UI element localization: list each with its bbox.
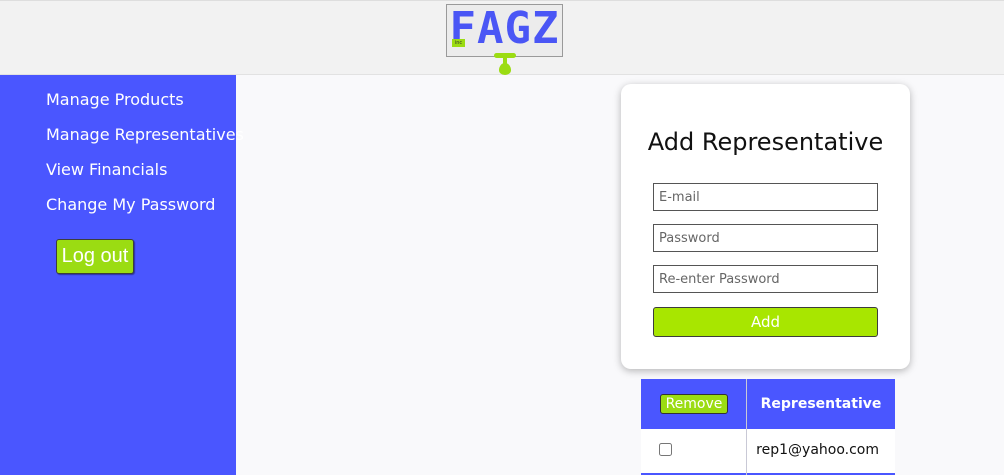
card-title: Add Representative [647,128,884,156]
top-header: FAGZ inc [0,0,1004,75]
sidebar-item-manage-representatives[interactable]: Manage Representatives [46,125,244,144]
add-button[interactable]: Add [653,307,878,337]
sidebar-item-change-password[interactable]: Change My Password [46,195,215,214]
representative-email: rep1@yahoo.com [756,442,879,458]
column-divider [746,379,747,475]
sidebar-item-view-financials[interactable]: View Financials [46,160,167,179]
logo[interactable]: FAGZ inc [446,3,563,57]
logo-text: FAGZ [449,3,560,54]
table-row: rep1@yahoo.com [641,429,895,475]
column-header-representative: Representative [760,396,882,412]
sidebar-item-manage-products[interactable]: Manage Products [46,90,184,109]
add-representative-card: Add Representative Add [621,84,910,369]
representatives-table: Remove Representative rep1@yahoo.com [641,379,895,475]
logo-tag: inc [452,39,465,47]
sidebar: Manage Products Manage Representatives V… [0,75,244,475]
logout-button[interactable]: Log out [56,239,134,274]
row-checkbox[interactable] [659,443,672,456]
remove-button[interactable]: Remove [660,394,728,414]
email-field[interactable] [653,183,878,211]
password-field[interactable] [653,224,878,252]
logo-drip-icon [499,63,511,75]
reenter-password-field[interactable] [653,265,878,293]
table-header: Remove Representative [641,379,895,429]
